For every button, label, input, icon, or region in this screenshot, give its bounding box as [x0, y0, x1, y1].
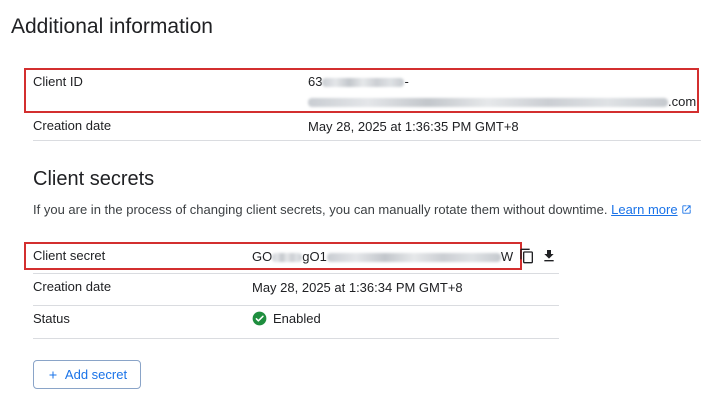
status-value: Enabled	[273, 311, 321, 326]
add-secret-label: Add secret	[64, 367, 128, 382]
secret-creation-date-value: May 28, 2025 at 1:36:34 PM GMT+8	[252, 280, 463, 295]
copy-icon[interactable]	[517, 246, 537, 266]
add-secret-button[interactable]: Add secret	[33, 360, 141, 389]
client-secrets-title: Client secrets	[33, 168, 155, 190]
creation-date-label: Creation date	[33, 118, 112, 133]
divider	[33, 140, 701, 141]
external-link-icon	[681, 203, 692, 218]
check-circle-icon	[252, 311, 267, 326]
learn-more-link[interactable]: Learn more	[611, 202, 677, 217]
section-title: Additional information	[11, 15, 213, 38]
client-id-highlight	[24, 68, 699, 113]
description-text: If you are in the process of changing cl…	[33, 202, 608, 217]
status-badge: Enabled	[252, 311, 321, 326]
secret-creation-date-label: Creation date	[33, 279, 112, 294]
download-icon[interactable]	[539, 246, 559, 266]
client-secrets-description: If you are in the process of changing cl…	[33, 202, 692, 218]
plus-icon	[47, 369, 59, 381]
client-secret-highlight	[24, 242, 522, 270]
divider	[33, 338, 559, 339]
divider	[33, 273, 559, 274]
learn-more-label: Learn more	[611, 202, 678, 217]
status-label: Status	[33, 311, 70, 326]
creation-date-value: May 28, 2025 at 1:36:35 PM GMT+8	[308, 119, 519, 134]
divider	[33, 305, 559, 306]
